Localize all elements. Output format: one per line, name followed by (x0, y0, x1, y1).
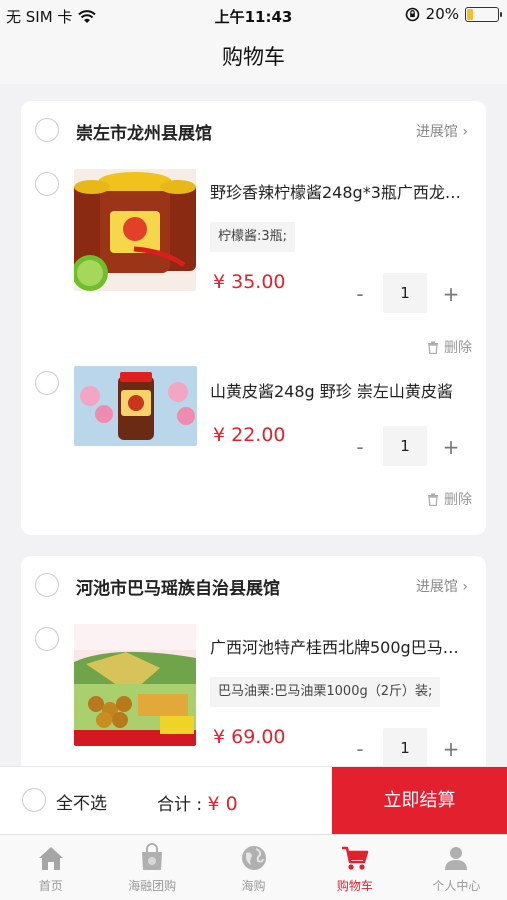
select-all-radio[interactable] (22, 788, 46, 812)
shop-select-radio[interactable] (35, 118, 59, 142)
product-title[interactable]: 山黄皮酱248g 野珍 崇左山黄皮酱 (210, 378, 472, 402)
trash-icon (428, 493, 438, 506)
battery-icon (465, 6, 502, 22)
product-image-chestnut[interactable] (74, 624, 196, 746)
qty-minus-button[interactable]: - (347, 737, 373, 761)
tab-bar: 首页 海融团购 海购 购物车 个人中心 (0, 834, 507, 900)
delete-button[interactable]: 删除 (427, 489, 472, 509)
shop-card: 河池市巴马瑶族自治县展馆 进展馆 › 广西河池特产桂西北牌500g巴马油栗 巴马… (21, 556, 486, 776)
nav-bar: 购物车 (0, 30, 507, 84)
status-bar: 无 SIM 卡 上午11:43 20% (0, 0, 507, 30)
orientation-lock-icon (405, 7, 419, 21)
shop-name: 崇左市龙州县展馆 (76, 124, 212, 144)
qty-plus-button[interactable]: + (438, 435, 464, 459)
product-price: ¥ 69.00 (213, 726, 286, 748)
tab-global-buy[interactable]: 海购 (203, 835, 304, 900)
total-display: 合计 : ¥ 0 (157, 790, 238, 815)
product-title[interactable]: 广西河池特产桂西北牌500g巴马油栗 (210, 634, 472, 658)
tab-label: 海购 (241, 879, 266, 893)
group-buy-icon (142, 843, 163, 870)
select-all-label[interactable]: 全不选 (56, 789, 107, 814)
shop-select-radio[interactable] (35, 573, 59, 597)
enter-shop-link[interactable]: 进展馆 › (416, 121, 468, 141)
product-image-lemon-sauce[interactable] (74, 169, 196, 291)
checkout-bar: 全不选 合计 : ¥ 0 立即结算 (0, 766, 507, 835)
person-icon (445, 847, 468, 870)
shop-card: 崇左市龙州县展馆 进展馆 › 野珍香辣柠檬酱248g*3瓶广西龙州土特产野珍香辣… (21, 101, 486, 535)
qty-value[interactable]: 1 (383, 273, 427, 313)
delete-label: 删除 (444, 492, 472, 508)
globe-icon (241, 846, 266, 870)
status-right: 20% (405, 5, 502, 23)
tab-label: 个人中心 (432, 879, 481, 893)
checkout-button[interactable]: 立即结算 (332, 767, 507, 835)
product-price: ¥ 35.00 (213, 271, 286, 293)
tab-label: 海融团购 (128, 879, 177, 893)
chevron-right-icon: › (462, 124, 468, 140)
item-select-radio[interactable] (35, 172, 59, 196)
item-select-radio[interactable] (35, 627, 59, 651)
tab-group-buy[interactable]: 海融团购 (101, 835, 202, 900)
tab-label: 首页 (38, 879, 63, 893)
tab-home[interactable]: 首页 (0, 835, 101, 900)
lemon-sauce-jars-image (74, 169, 196, 291)
chevron-right-icon: › (462, 579, 468, 595)
enter-shop-label: 进展馆 (415, 124, 458, 140)
tab-cart[interactable]: 购物车 (304, 835, 405, 900)
delete-button[interactable]: 删除 (427, 337, 472, 357)
qty-minus-button[interactable]: - (347, 435, 373, 459)
qty-plus-button[interactable]: + (438, 737, 464, 761)
total-label: 合计 : (157, 795, 203, 815)
product-image-wampee-sauce[interactable] (74, 366, 197, 446)
wampee-sauce-jar-image (74, 366, 197, 446)
product-price: ¥ 22.00 (213, 424, 286, 446)
enter-shop-link[interactable]: 进展馆 › (416, 576, 468, 596)
total-amount: ¥ 0 (207, 793, 238, 815)
cart-icon (341, 846, 369, 870)
enter-shop-label: 进展馆 (415, 579, 458, 595)
item-select-radio[interactable] (35, 371, 59, 395)
trash-icon (428, 341, 438, 354)
qty-value[interactable]: 1 (383, 426, 427, 466)
product-spec: 柠檬酱:3瓶; (210, 222, 296, 252)
home-icon (38, 847, 63, 870)
qty-minus-button[interactable]: - (347, 282, 373, 306)
battery-level (467, 8, 474, 20)
page-title: 购物车 (222, 45, 285, 69)
chestnut-box-image (74, 624, 196, 746)
tab-label: 购物车 (336, 879, 373, 893)
qty-plus-button[interactable]: + (438, 282, 464, 306)
qty-value[interactable]: 1 (383, 728, 427, 768)
product-title[interactable]: 野珍香辣柠檬酱248g*3瓶广西龙州土特产野珍香辣柠檬酱 (210, 179, 472, 203)
delete-label: 删除 (444, 340, 472, 356)
product-spec: 巴马油栗:巴马油栗1000g（2斤）装; (210, 677, 441, 707)
battery-percent: 20% (425, 5, 459, 23)
shop-name: 河池市巴马瑶族自治县展馆 (76, 579, 280, 599)
tab-profile[interactable]: 个人中心 (406, 835, 507, 900)
